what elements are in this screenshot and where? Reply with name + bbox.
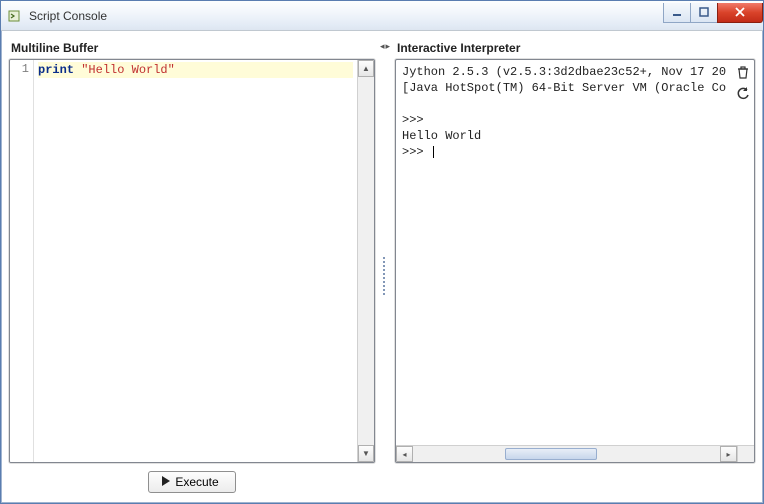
trash-icon[interactable] [735,64,751,80]
scroll-track[interactable] [358,77,374,445]
window-controls [664,3,763,23]
refresh-icon[interactable] [735,86,751,102]
scroll-corner [737,445,754,462]
text-cursor [433,146,434,158]
line-gutter: 1 [10,60,34,462]
interpreter-footer [395,463,755,495]
keyword-token: print [38,63,74,77]
interpreter-panel: Interactive Interpreter Jython 2.5.3 (v2… [395,39,755,495]
out-line: [Java HotSpot(TM) 64-Bit Server VM (Orac… [402,81,726,95]
execute-button[interactable]: Execute [148,471,235,493]
out-line: Hello World [402,129,481,143]
script-console-window: Script Console Multiline Buffer 1 [0,0,764,504]
out-line: >>> [402,113,431,127]
interpreter-title: Interactive Interpreter [395,39,755,59]
interpreter-horizontal-scrollbar[interactable]: ◂ ▸ [396,445,737,462]
app-icon [7,8,23,24]
editor-vertical-scrollbar[interactable]: ▲ ▼ [357,60,374,462]
scroll-left-icon[interactable]: ◂ [396,446,413,462]
execute-label: Execute [175,475,218,489]
code-area: 1 print "Hello World" [10,60,357,462]
multiline-buffer-body: 1 print "Hello World" ▲ ▼ [9,59,375,463]
editor-footer: Execute [9,463,375,495]
scroll-up-icon[interactable]: ▲ [358,60,374,77]
splitter-grip-icon [383,257,387,295]
scroll-right-icon[interactable]: ▸ [720,446,737,462]
client-area: Multiline Buffer 1 print "Hello World" ▲… [1,31,763,503]
scroll-track[interactable] [413,446,720,462]
splitter[interactable]: ◂▸ [379,39,391,495]
out-line: >>> [402,145,431,159]
maximize-button[interactable] [690,3,718,23]
close-button[interactable] [717,3,763,23]
multiline-buffer-panel: Multiline Buffer 1 print "Hello World" ▲… [9,39,375,495]
code-line: print "Hello World" [38,62,353,78]
line-number: 1 [10,62,29,76]
scroll-thumb[interactable] [505,448,597,460]
code-editor[interactable]: print "Hello World" [34,60,357,462]
interpreter-body: Jython 2.5.3 (v2.5.3:3d2dbae23c52+, Nov … [395,59,755,463]
minimize-button[interactable] [663,3,691,23]
titlebar[interactable]: Script Console [1,1,763,31]
out-line: Jython 2.5.3 (v2.5.3:3d2dbae23c52+, Nov … [402,65,726,79]
multiline-buffer-title: Multiline Buffer [9,39,375,59]
play-icon [161,475,171,489]
interpreter-side-icons [732,60,754,445]
scroll-down-icon[interactable]: ▼ [358,445,374,462]
string-token: "Hello World" [81,63,175,77]
interpreter-output[interactable]: Jython 2.5.3 (v2.5.3:3d2dbae23c52+, Nov … [396,60,732,445]
window-title: Script Console [29,9,107,23]
splitter-arrows-icon: ◂▸ [380,41,390,52]
